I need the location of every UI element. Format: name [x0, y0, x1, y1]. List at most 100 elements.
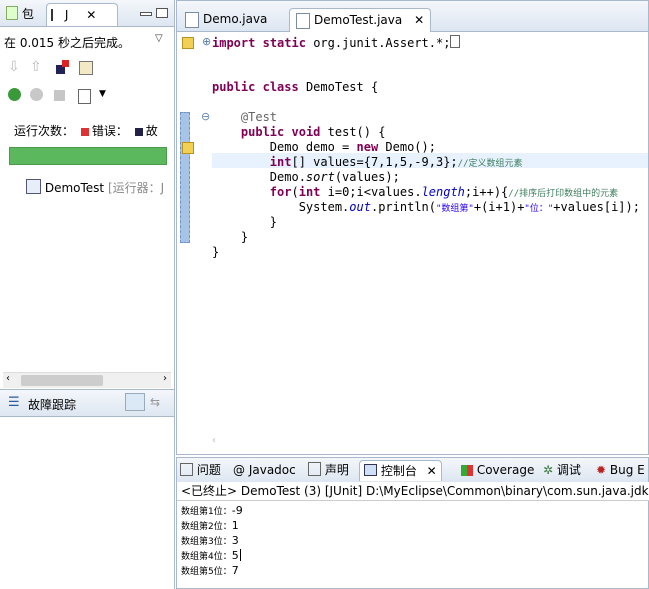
tab-package-explorer[interactable]: 包 — [2, 3, 38, 25]
failure-trace-header: ☰ 故障跟踪 ⇆ — [0, 389, 174, 417]
stop-icon[interactable] — [54, 90, 70, 106]
console-tabbar: 问题 @ Javadoc 声明 控制台 ✕ Coverage ✲ 调试 ✹ Bu… — [177, 458, 648, 483]
scroll-left-icon[interactable]: ‹ — [212, 435, 216, 446]
code-line: } — [212, 245, 220, 259]
java-file-icon — [185, 12, 199, 28]
tab-coverage[interactable]: Coverage — [461, 460, 534, 480]
package-icon — [6, 6, 18, 20]
java-file-icon — [296, 13, 310, 29]
close-icon[interactable]: ✕ — [427, 464, 437, 478]
close-icon[interactable]: ✕ — [86, 8, 96, 22]
history-dropdown-icon[interactable]: ▼ — [99, 89, 106, 99]
test-tree-item[interactable]: DemoTest [运行器：J — [26, 179, 164, 196]
coverage-icon — [461, 465, 473, 476]
tab-label: 控制台 — [380, 464, 417, 478]
junit-panel: 包 J ✕ 在 0.015 秒之后完成。 ▽ ⇩ ⇧ ▼ 运行次数： 错误： 故 — [0, 0, 175, 589]
errors-label: 错误： — [91, 124, 128, 138]
tab-demotest-java[interactable]: DemoTest.java ✕ — [289, 8, 432, 32]
list-icon: ☰ — [8, 395, 20, 410]
error-icon — [80, 127, 89, 136]
tab-debug[interactable]: ✲ 调试 — [543, 460, 581, 480]
warning-icon[interactable] — [182, 142, 194, 154]
console-panel: 问题 @ Javadoc 声明 控制台 ✕ Coverage ✲ 调试 ✹ Bu… — [176, 457, 649, 589]
scroll-left-icon[interactable]: ‹ — [6, 373, 10, 384]
junit-progress-bar — [9, 147, 167, 165]
console-output-line: 数组第4位：5 — [181, 549, 241, 562]
code-editor: Demo.java DemoTest.java ✕ ⊕ ⊖ import sta… — [176, 0, 649, 455]
tab-junit[interactable]: J ✕ — [46, 3, 118, 26]
previous-failure-icon[interactable]: ⇧ — [30, 59, 46, 75]
console-output-line: 数组第1位：-9 — [181, 504, 243, 517]
tab-label: DemoTest.java — [314, 13, 403, 27]
change-marker — [180, 112, 190, 243]
code-line: import static org.junit.Assert.*; — [212, 35, 461, 50]
close-icon[interactable]: ✕ — [414, 13, 424, 27]
console-output-line: 数组第3位：3 — [181, 534, 239, 547]
code-line: for(int i=0;i<values.length;i++){//排序后打印… — [269, 185, 619, 199]
console-output-line: 数组第5位：7 — [181, 564, 239, 577]
tab-bug-explorer[interactable]: ✹ Bug E — [596, 460, 645, 480]
code-line: int[] values={7,1,5,-9,3};//定义数组元素 — [269, 155, 523, 169]
problems-icon — [180, 463, 193, 476]
tab-label: 问题 — [196, 463, 221, 477]
junit-status-text: 在 0.015 秒之后完成。 — [4, 36, 130, 50]
tab-label: 包 — [21, 7, 34, 21]
tab-label: J — [64, 8, 69, 22]
at-icon: @ — [233, 463, 245, 477]
tab-console[interactable]: 控制台 ✕ — [359, 460, 442, 481]
code-line: System.out.println("数组第"+(i+1)+"位："+valu… — [298, 200, 640, 214]
code-line: } — [269, 215, 278, 229]
expand-icon[interactable]: ⊕ — [202, 35, 211, 48]
code-line: Demo.sort(values); — [269, 170, 400, 184]
runs-label: 运行次数： — [14, 124, 75, 138]
test-run-history-icon[interactable] — [78, 88, 94, 104]
editor-tabbar: Demo.java DemoTest.java ✕ — [177, 1, 648, 32]
test-tree-runner: [运行器：J — [107, 181, 165, 195]
tab-declaration[interactable]: 声明 — [308, 460, 349, 480]
failures-label: 故 — [145, 124, 158, 138]
compare-icon[interactable]: ⇆ — [150, 395, 160, 409]
show-failures-only-icon[interactable] — [54, 60, 70, 76]
debug-icon: ✲ — [543, 463, 554, 477]
failure-trace-label: 故障跟踪 — [28, 398, 77, 412]
tab-problems[interactable]: 问题 — [180, 460, 221, 480]
code-line: @Test — [240, 110, 278, 124]
console-header: <已终止> DemoTest (3) [JUnit] D:\MyEclipse\… — [177, 482, 649, 501]
view-menu-icon[interactable]: ▽ — [155, 33, 163, 44]
test-tree-label: DemoTest — [44, 181, 105, 195]
tab-label: Coverage — [476, 463, 535, 477]
rerun-test-icon[interactable] — [8, 88, 24, 104]
scroll-right-icon[interactable]: › — [163, 373, 167, 384]
failure-icon — [134, 127, 143, 136]
code-line: public void test() { — [240, 125, 386, 139]
console-icon — [364, 464, 377, 476]
scrollbar-thumb[interactable] — [21, 375, 103, 386]
tab-label: Bug E — [609, 463, 645, 477]
tab-demo-java[interactable]: Demo.java — [179, 8, 273, 31]
minimize-icon[interactable] — [140, 12, 152, 16]
bug-icon: ✹ — [596, 463, 607, 477]
next-failure-icon[interactable]: ⇩ — [8, 59, 24, 75]
junit-icon — [51, 9, 61, 21]
scroll-lock-icon[interactable] — [78, 59, 94, 75]
tab-javadoc[interactable]: @ Javadoc — [233, 460, 296, 480]
filter-stack-icon[interactable] — [125, 393, 145, 411]
code-line: public class DemoTest { — [212, 80, 379, 94]
tab-label: Demo.java — [203, 12, 268, 26]
collapse-icon[interactable]: ⊖ — [201, 110, 210, 123]
declaration-icon — [308, 462, 321, 476]
text-cursor — [239, 549, 241, 561]
warning-icon[interactable] — [182, 37, 194, 49]
rerun-failed-first-icon[interactable] — [30, 88, 46, 104]
test-suite-icon — [26, 179, 41, 194]
maximize-icon[interactable] — [156, 8, 168, 18]
runs-summary: 运行次数： 错误： 故 — [14, 122, 158, 139]
tab-label: 调试 — [556, 463, 581, 477]
code-line: Demo demo = new Demo(); — [269, 140, 436, 154]
tab-label: Javadoc — [248, 463, 296, 477]
console-output-line: 数组第2位：1 — [181, 519, 239, 532]
left-tabbar: 包 J ✕ — [0, 0, 174, 27]
code-line: } — [240, 230, 249, 244]
horizontal-scrollbar[interactable]: ‹ › — [3, 372, 171, 388]
tab-label: 声明 — [324, 463, 349, 477]
